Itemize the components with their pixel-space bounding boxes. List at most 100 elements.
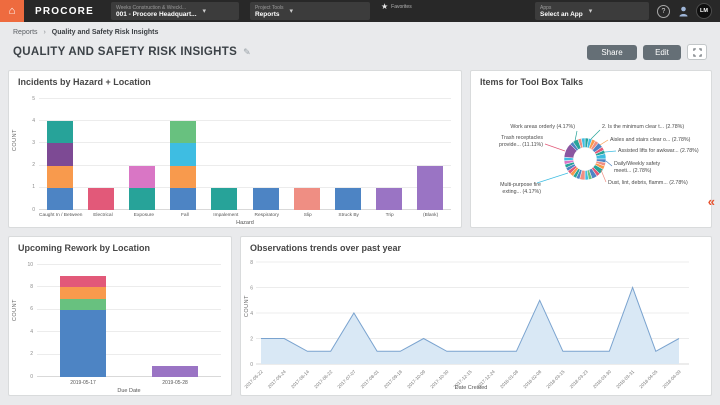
callout-line [545, 144, 565, 151]
x-axis-label: Date Created [261, 385, 681, 391]
chevron-down-icon: ▾ [290, 7, 294, 15]
bar-slot [327, 99, 368, 210]
y-tick-label: 1 [22, 185, 35, 190]
dashboard: Incidents by Hazard + Location COUNT 012… [8, 70, 712, 404]
y-tick-label: 2 [20, 352, 33, 357]
bar-segment[interactable] [253, 188, 279, 210]
breadcrumb-separator-icon: › [43, 29, 45, 36]
bar-Trip[interactable] [376, 99, 402, 210]
help-button[interactable]: ? [657, 0, 670, 22]
card-upcoming-rework: Upcoming Rework by Location COUNT 024681… [8, 236, 232, 396]
breadcrumb: Reports › Quality and Safety Risk Insigh… [13, 29, 158, 36]
x-axis-label: Hazard [39, 220, 451, 226]
bar-segment[interactable] [170, 166, 196, 188]
bar-segment[interactable] [47, 166, 73, 188]
bar-segment[interactable] [152, 366, 198, 377]
bars-layer [39, 99, 451, 210]
bar-Slip[interactable] [294, 99, 320, 210]
project-picker[interactable]: Weeks Construction & Wreckl... 001 - Pro… [111, 2, 239, 20]
callout-line [601, 170, 606, 182]
x-tick-label: 2019-05-17 [37, 380, 129, 386]
chart-title: Items for Tool Box Talks [480, 77, 583, 87]
bar-segment[interactable] [170, 143, 196, 165]
collapse-panel-button[interactable]: « [708, 195, 715, 208]
y-tick-label: 3 [22, 141, 35, 146]
x-tick-label: 2019-05-28 [129, 380, 221, 386]
bar-Respiratory[interactable] [253, 99, 279, 210]
share-button[interactable]: Share [587, 45, 637, 60]
chevron-down-icon: ▾ [589, 7, 593, 15]
apps-picker[interactable]: Apps Select an App ▾ [535, 2, 649, 20]
edit-button[interactable]: Edit [643, 45, 681, 60]
y-tick-label: 6 [250, 286, 253, 292]
bars-layer [37, 265, 221, 377]
bar-segment[interactable] [60, 299, 106, 310]
edit-title-icon[interactable]: ✎ [243, 47, 251, 58]
x-tick-label: Struck By [328, 213, 369, 218]
bar-Struck By[interactable] [335, 99, 361, 210]
person-icon[interactable] [679, 0, 688, 22]
x-tick-label: Fall [164, 213, 205, 218]
callout-line [605, 151, 616, 152]
bar-segment[interactable] [211, 188, 237, 210]
bar-segment[interactable] [417, 166, 443, 210]
bar-2019-05-17[interactable] [60, 265, 106, 377]
y-tick-label: 4 [20, 330, 33, 335]
bar-segment[interactable] [170, 188, 196, 210]
bar-Fall[interactable] [170, 99, 196, 210]
bar-segment[interactable] [129, 166, 155, 188]
bar-2019-05-28[interactable] [152, 265, 198, 377]
favorites-label: Favorites [391, 4, 412, 10]
bar-(Blank)[interactable] [417, 99, 443, 210]
project-picker-value: 001 - Procore Headquart... [116, 11, 197, 18]
page-header: QUALITY AND SAFETY RISK INSIGHTS ✎ Share… [13, 44, 707, 60]
tool-picker[interactable]: Project Tools Reports ▾ [250, 2, 370, 20]
bar-segment[interactable] [129, 188, 155, 210]
bar-slot [245, 99, 286, 210]
bar-segment[interactable] [88, 188, 114, 210]
top-nav: ⌂ PROCORE Weeks Construction & Wreckl...… [0, 0, 720, 22]
help-icon: ? [657, 5, 670, 18]
bar-segment[interactable] [376, 188, 402, 210]
favorites-button[interactable]: ★ Favorites [373, 0, 420, 22]
rework-bar-plot: 0246810 [37, 265, 221, 377]
callout-line [591, 130, 600, 139]
fullscreen-icon [693, 48, 702, 57]
bar-segment[interactable] [60, 276, 106, 287]
bar-segment[interactable] [294, 188, 320, 210]
bar-segment[interactable] [60, 310, 106, 377]
bar-segment[interactable] [47, 121, 73, 143]
y-tick-label: 8 [250, 260, 253, 266]
x-tick-label: Electrical [82, 213, 123, 218]
procore-logo[interactable]: PROCORE [24, 0, 105, 22]
x-tick-label: Caught In / Between [39, 213, 82, 218]
bar-Caught In / Between[interactable] [47, 99, 73, 210]
bar-segment[interactable] [170, 121, 196, 143]
y-tick-label: 5 [22, 97, 35, 102]
rework-x-labels: 2019-05-172019-05-28 [37, 380, 221, 386]
bar-segment[interactable] [60, 287, 106, 298]
chart-title: Incidents by Hazard + Location [18, 77, 151, 87]
chart-title: Upcoming Rework by Location [18, 243, 150, 253]
y-tick-label: 10 [20, 263, 33, 268]
bar-segment[interactable] [47, 188, 73, 210]
fullscreen-button[interactable] [687, 44, 707, 60]
bar-slot [163, 99, 204, 210]
donut-label: Work areas orderly (4.17%) [510, 124, 575, 130]
user-avatar[interactable]: LM [696, 3, 712, 19]
y-tick-label: 2 [250, 337, 253, 343]
bar-segment[interactable] [47, 143, 73, 165]
bar-segment[interactable] [335, 188, 361, 210]
bar-Exposure[interactable] [129, 99, 155, 210]
donut-label: Trash receptaclesprovide... (11.11%) [499, 135, 543, 148]
x-axis-label: Due Date [37, 388, 221, 394]
home-button[interactable]: ⌂ [0, 0, 24, 22]
bar-Impalement[interactable] [211, 99, 237, 210]
chevron-down-icon: ▾ [203, 7, 207, 15]
donut-label: Daily/Weekly safetymeeti... (2.78%) [614, 161, 660, 174]
bar-Electrical[interactable] [88, 99, 114, 210]
incidents-x-labels: Caught In / BetweenElectricalExposureFal… [39, 213, 451, 218]
y-tick-label: 0 [250, 362, 253, 368]
breadcrumb-reports[interactable]: Reports [13, 29, 38, 36]
bar-slot [39, 99, 80, 210]
